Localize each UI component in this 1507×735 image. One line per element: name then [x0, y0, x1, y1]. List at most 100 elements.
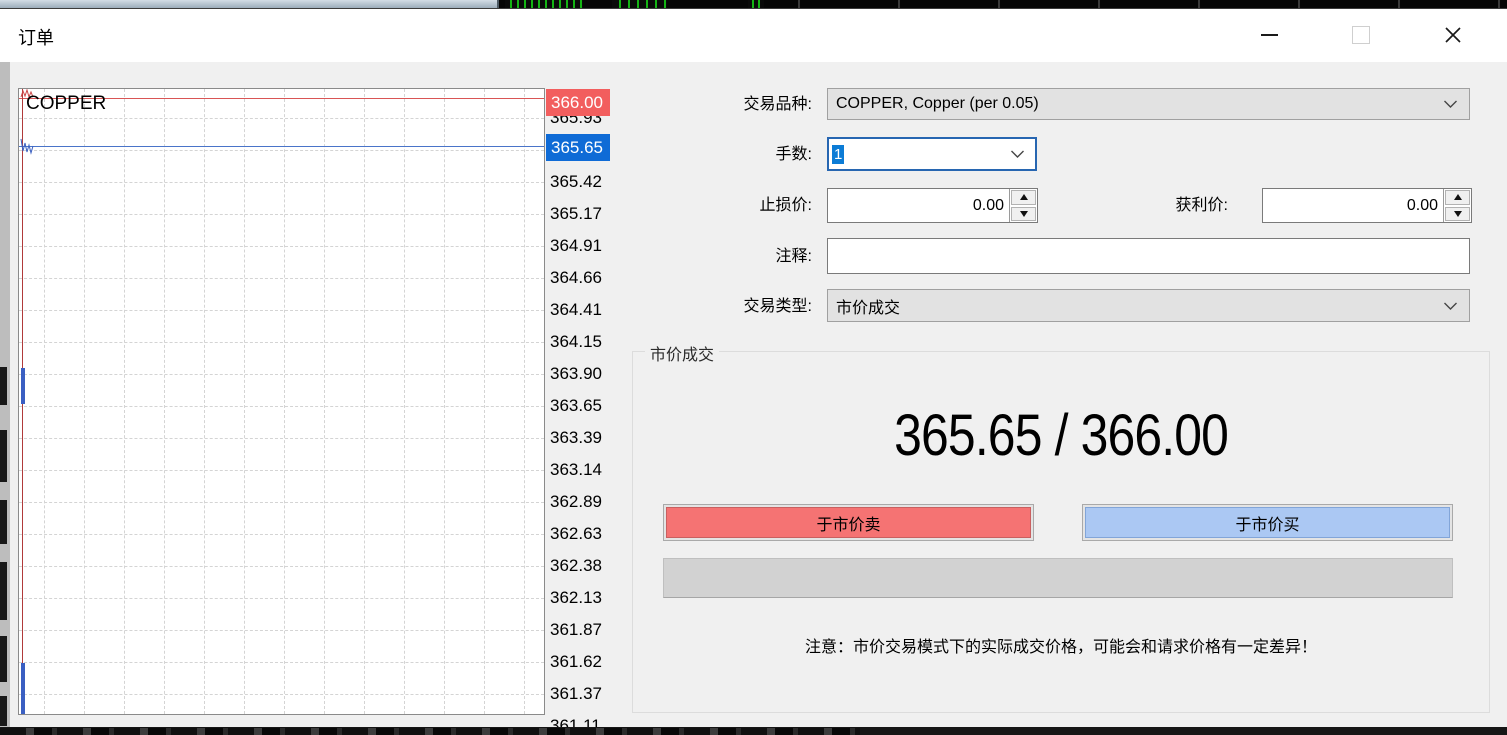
chevron-down-icon — [1010, 150, 1025, 159]
bid-price-badge: 365.65 — [546, 134, 610, 161]
stoploss-increment-button[interactable] — [1011, 190, 1036, 205]
chart-gridline — [19, 310, 544, 311]
takeprofit-decrement-button[interactable] — [1445, 207, 1470, 222]
order-dialog: 订单 COPPE — [0, 8, 1507, 727]
background-smudge — [0, 562, 7, 620]
price-scale-label: 364.41 — [550, 299, 602, 321]
window-title: 订单 — [18, 24, 54, 50]
market-note: 注意：市价交易模式下的实际成交价格，可能会和请求价格有一定差异！ — [633, 633, 1489, 657]
bid-price-line — [19, 146, 544, 147]
price-scale-label: 361.37 — [550, 683, 602, 705]
chart-symbol-label: COPPER — [26, 93, 106, 115]
background-smudge — [0, 367, 7, 405]
price-scale-label: 362.63 — [550, 523, 602, 545]
chart-gridline — [19, 374, 544, 375]
background-text-noise — [0, 728, 860, 735]
background-smudge — [0, 696, 7, 726]
price-scale-label: 364.15 — [550, 331, 602, 353]
takeprofit-increment-button[interactable] — [1445, 190, 1470, 205]
stoploss-decrement-button[interactable] — [1011, 207, 1036, 222]
chart-gridline — [19, 566, 544, 567]
chart-gridline — [19, 502, 544, 503]
background-tick-marks — [612, 0, 667, 8]
chart-gridline — [19, 630, 544, 631]
arrow-down-icon — [1020, 211, 1028, 217]
screen: 订单 COPPE — [0, 0, 1507, 735]
stoploss-label: 止损价: — [630, 196, 812, 216]
chevron-down-icon — [1443, 100, 1458, 109]
arrow-up-icon — [1020, 194, 1028, 200]
stoploss-value: 0.00 — [828, 189, 1009, 222]
chart-gridline — [19, 246, 544, 247]
symbol-label: 交易品种: — [630, 95, 812, 115]
price-scale-label: 364.66 — [550, 267, 602, 289]
minimize-icon — [1261, 34, 1278, 36]
chart-gridline — [19, 534, 544, 535]
chart-gridline — [19, 406, 544, 407]
tick-chart: COPPER — [18, 88, 545, 715]
price-scale-label: 365.42 — [550, 171, 602, 193]
group-title: 市价成交 — [645, 341, 719, 365]
background-app-top-strip — [0, 0, 1507, 8]
spinner-buttons — [1009, 189, 1037, 222]
background-app-left-strip — [0, 62, 10, 727]
volume-combobox[interactable]: 1 — [827, 137, 1037, 171]
symbol-select[interactable]: COPPER, Copper (per 0.05) — [827, 88, 1470, 120]
chart-gridline — [19, 214, 544, 215]
tick-line-segment — [21, 663, 25, 714]
minimize-button[interactable] — [1246, 14, 1292, 56]
price-scale-label: 363.14 — [550, 459, 602, 481]
background-smudge — [0, 430, 7, 482]
sell-by-market-button[interactable]: 于市价卖 — [663, 504, 1034, 541]
buy-by-market-button[interactable]: 于市价买 — [1082, 504, 1453, 541]
price-scale: 361.11361.37361.62361.87362.13362.38362.… — [546, 88, 612, 735]
buy-button-label: 于市价买 — [1085, 507, 1450, 538]
comment-input[interactable] — [827, 238, 1470, 274]
price-scale-label: 362.38 — [550, 555, 602, 577]
bid-tick-squiggle — [20, 137, 36, 155]
disabled-progress-bar — [663, 558, 1453, 598]
volume-label: 手数: — [630, 145, 812, 165]
price-scale-label: 363.90 — [550, 363, 602, 385]
close-button[interactable] — [1430, 14, 1476, 56]
spinner-buttons — [1443, 189, 1471, 222]
chart-gridline — [19, 438, 544, 439]
background-scrollbar — [0, 0, 499, 8]
chart-gridline — [19, 342, 544, 343]
takeprofit-spinner[interactable]: 0.00 — [1262, 188, 1472, 223]
ask-price-badge: 366.00 — [546, 89, 610, 116]
chart-gridline — [19, 470, 544, 471]
market-execution-group: 市价成交 365.65 / 366.00 于市价卖 于市价买 注意：市价交易模式… — [632, 351, 1490, 713]
chart-gridline — [19, 278, 544, 279]
stoploss-spinner[interactable]: 0.00 — [827, 188, 1038, 223]
maximize-button — [1338, 14, 1384, 56]
volume-value: 1 — [832, 145, 844, 164]
titlebar: 订单 — [0, 8, 1507, 62]
order-type-value: 市价成交 — [836, 294, 900, 318]
price-scale-label: 363.65 — [550, 395, 602, 417]
order-type-select[interactable]: 市价成交 — [827, 289, 1470, 322]
tick-line-segment — [21, 368, 25, 404]
background-smudge — [0, 500, 7, 544]
chevron-down-icon — [1443, 301, 1458, 310]
background-smudge — [0, 636, 7, 682]
chart-gridline — [19, 150, 544, 151]
bid-ask-price-text: 365.65 / 366.00 — [894, 402, 1228, 470]
background-app-bottom-strip — [0, 727, 1507, 735]
order-type-label: 交易类型: — [630, 297, 812, 317]
symbol-select-value: COPPER, Copper (per 0.05) — [836, 95, 1039, 113]
maximize-icon — [1352, 26, 1370, 44]
chart-gridline — [19, 118, 544, 119]
price-scale-label: 364.91 — [550, 235, 602, 257]
chart-gridline — [19, 694, 544, 695]
background-tick-marks — [505, 0, 583, 8]
takeprofit-value: 0.00 — [1263, 189, 1443, 222]
price-scale-label: 362.89 — [550, 491, 602, 513]
comment-label: 注释: — [630, 247, 812, 267]
price-scale-label: 363.39 — [550, 427, 602, 449]
arrow-down-icon — [1454, 211, 1462, 217]
sell-button-label: 于市价卖 — [666, 507, 1031, 538]
price-scale-label: 361.62 — [550, 651, 602, 673]
arrow-up-icon — [1454, 194, 1462, 200]
takeprofit-label: 获利价: — [1046, 196, 1228, 216]
